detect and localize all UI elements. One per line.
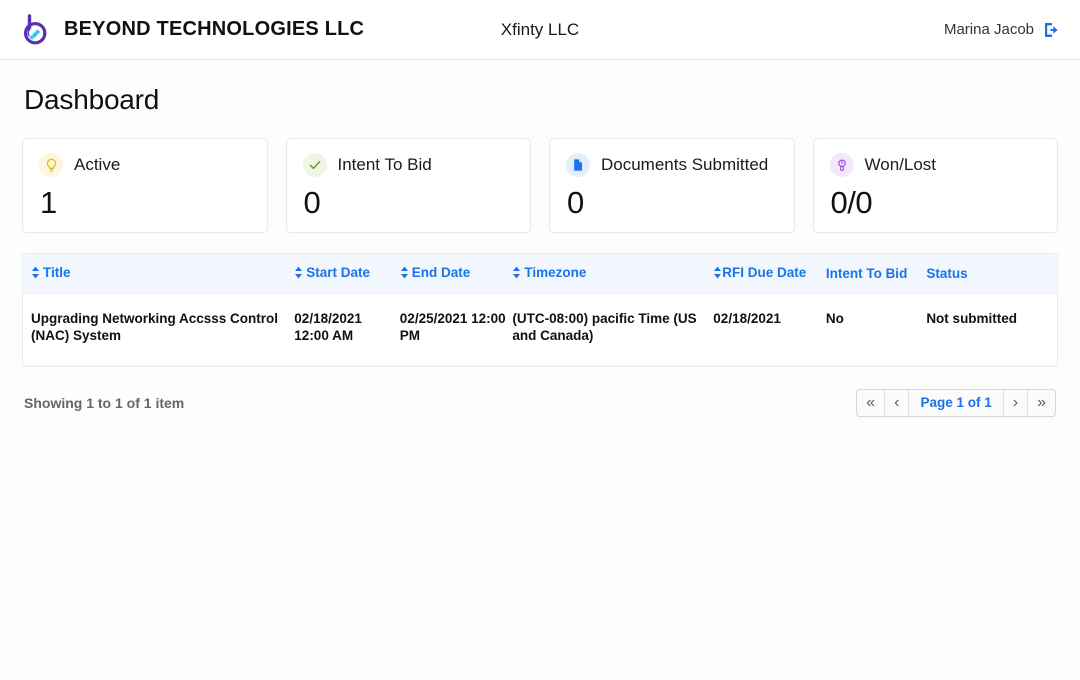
table-footer: Showing 1 to 1 of 1 item « ‹ Page 1 of 1… <box>22 389 1058 417</box>
sort-icon <box>400 266 409 279</box>
stat-card-header: Intent To Bid <box>303 153 515 177</box>
cell-end-date: 02/25/2021 12:00 PM <box>400 294 513 366</box>
cell-status: Not submitted <box>926 294 1057 366</box>
cell-timezone: (UTC-08:00) pacific Time (US and Canada) <box>512 294 713 366</box>
stat-card-header: Won/Lost <box>830 153 1042 177</box>
column-label: Status <box>926 266 967 281</box>
stat-card-active[interactable]: Active 1 <box>22 138 268 233</box>
document-icon <box>566 153 590 177</box>
column-label: End Date <box>412 265 471 280</box>
rfi-table: Title Start Date <box>22 253 1058 367</box>
column-label: Title <box>43 265 71 280</box>
table-row[interactable]: Upgrading Networking Accsss Control (NAC… <box>23 294 1057 366</box>
sort-icon <box>31 266 40 279</box>
beyond-b-logo-icon <box>18 13 52 47</box>
stat-card-label: Documents Submitted <box>601 155 768 175</box>
page-title: Dashboard <box>24 84 1058 116</box>
cell-rfi-due-date: 02/18/2021 <box>713 294 826 366</box>
user-name: Marina Jacob <box>944 21 1034 38</box>
stat-card-value: 0 <box>304 187 515 218</box>
award-icon <box>830 153 854 177</box>
column-header-status: Status <box>926 254 1057 294</box>
brand-name: BEYOND TECHNOLOGIES LLC <box>64 18 364 41</box>
stat-card-value: 0 <box>567 187 778 218</box>
stat-card-label: Active <box>74 155 120 175</box>
pagination-first-button[interactable]: « <box>857 390 885 416</box>
column-header-title[interactable]: Title <box>23 254 294 294</box>
column-label: RFI Due Date <box>722 265 806 280</box>
lightbulb-icon <box>39 153 63 177</box>
stat-card-header: Documents Submitted <box>566 153 778 177</box>
sort-icon <box>713 266 722 279</box>
page-body: Dashboard Active 1 <box>0 60 1080 417</box>
sort-icon <box>294 266 303 279</box>
stat-card-value: 1 <box>40 187 251 218</box>
check-icon <box>303 153 327 177</box>
cell-start-date: 02/18/2021 12:00 AM <box>294 294 400 366</box>
pagination-last-button[interactable]: » <box>1028 390 1055 416</box>
stat-card-header: Active <box>39 153 251 177</box>
column-header-rfi-due-date[interactable]: RFI Due Date <box>713 254 826 294</box>
column-label: Intent To Bid <box>826 266 907 281</box>
table-header-row: Title Start Date <box>23 254 1057 294</box>
stat-card-value: 0/0 <box>831 187 1042 218</box>
pagination-next-button[interactable]: › <box>1004 390 1028 416</box>
column-header-start-date[interactable]: Start Date <box>294 254 400 294</box>
company-name: Xfinty LLC <box>501 20 579 39</box>
app-header: BEYOND TECHNOLOGIES LLC Xfinty LLC Marin… <box>0 0 1080 60</box>
column-header-timezone[interactable]: Timezone <box>512 254 713 294</box>
stat-card-intent-to-bid[interactable]: Intent To Bid 0 <box>286 138 532 233</box>
cell-intent-to-bid: No <box>826 294 926 366</box>
pagination-prev-button[interactable]: ‹ <box>885 390 909 416</box>
stat-card-won-lost[interactable]: Won/Lost 0/0 <box>813 138 1059 233</box>
sort-icon <box>512 266 521 279</box>
stat-cards: Active 1 Intent To Bid 0 <box>22 138 1058 233</box>
brand[interactable]: BEYOND TECHNOLOGIES LLC <box>18 13 364 47</box>
pagination-page-label: Page 1 of 1 <box>909 390 1003 416</box>
showing-count: Showing 1 to 1 of 1 item <box>24 395 184 411</box>
stat-card-label: Won/Lost <box>865 155 937 175</box>
stat-card-label: Intent To Bid <box>338 155 432 175</box>
column-label: Start Date <box>306 265 370 280</box>
pagination[interactable]: « ‹ Page 1 of 1 › » <box>856 389 1056 417</box>
cell-title: Upgrading Networking Accsss Control (NAC… <box>23 294 294 366</box>
logout-icon[interactable] <box>1042 20 1062 40</box>
user-area[interactable]: Marina Jacob <box>944 20 1062 40</box>
stat-card-documents-submitted[interactable]: Documents Submitted 0 <box>549 138 795 233</box>
column-header-intent-to-bid: Intent To Bid <box>826 254 926 294</box>
column-label: Timezone <box>524 265 586 280</box>
column-header-end-date[interactable]: End Date <box>400 254 513 294</box>
